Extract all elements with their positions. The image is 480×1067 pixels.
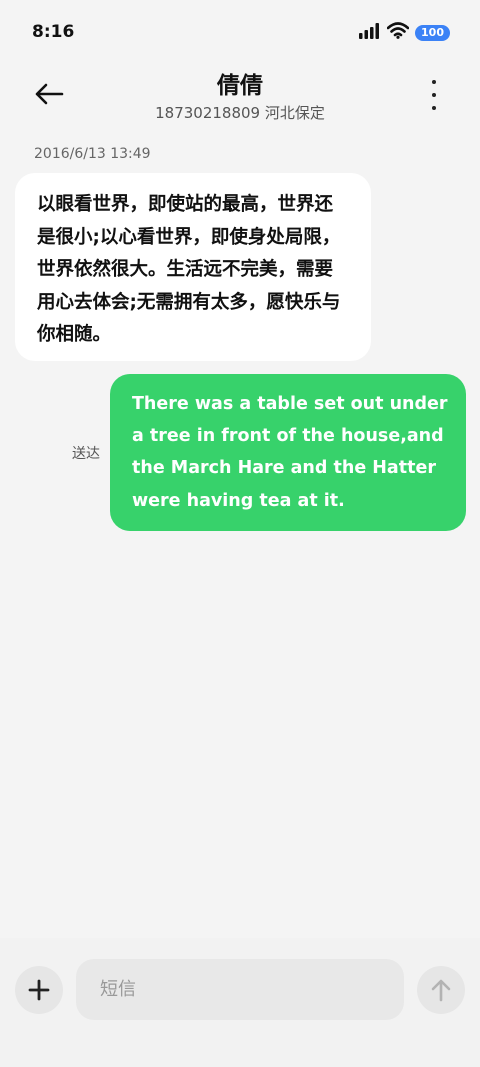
send-button[interactable] bbox=[417, 966, 465, 1014]
more-dot-icon bbox=[432, 80, 436, 84]
more-dot-icon bbox=[432, 106, 436, 110]
plus-icon bbox=[28, 979, 50, 1001]
message-input-container[interactable] bbox=[76, 959, 404, 1020]
delivery-status: 送达 bbox=[72, 446, 100, 462]
status-icons: 100 bbox=[359, 22, 450, 43]
wifi-icon bbox=[386, 22, 410, 43]
contact-phone-location: 18730218809 河北保定 bbox=[155, 104, 325, 122]
more-options-button[interactable] bbox=[422, 80, 446, 110]
status-time: 8:16 bbox=[32, 22, 75, 42]
outgoing-message-text: There was a table set out under a tree i… bbox=[132, 394, 448, 511]
message-timestamp: 2016/6/13 13:49 bbox=[34, 146, 151, 162]
battery-icon: 100 bbox=[415, 24, 450, 41]
signal-icon bbox=[359, 22, 381, 43]
status-bar: 8:16 100 bbox=[0, 0, 480, 66]
add-attachment-button[interactable] bbox=[15, 966, 63, 1014]
send-arrow-icon bbox=[431, 979, 451, 1002]
outgoing-message-bubble[interactable]: There was a table set out under a tree i… bbox=[110, 374, 466, 531]
conversation-header: 倩倩 18730218809 河北保定 bbox=[0, 60, 480, 130]
message-input[interactable] bbox=[100, 979, 380, 1000]
more-dot-icon bbox=[432, 93, 436, 97]
incoming-message-bubble[interactable]: 以眼看世界，即使站的最高，世界还是很小;以心看世界，即使身处局限，世界依然很大。… bbox=[15, 173, 371, 361]
contact-name: 倩倩 bbox=[217, 73, 263, 99]
incoming-message-text: 以眼看世界，即使站的最高，世界还是很小;以心看世界，即使身处局限，世界依然很大。… bbox=[37, 194, 341, 345]
